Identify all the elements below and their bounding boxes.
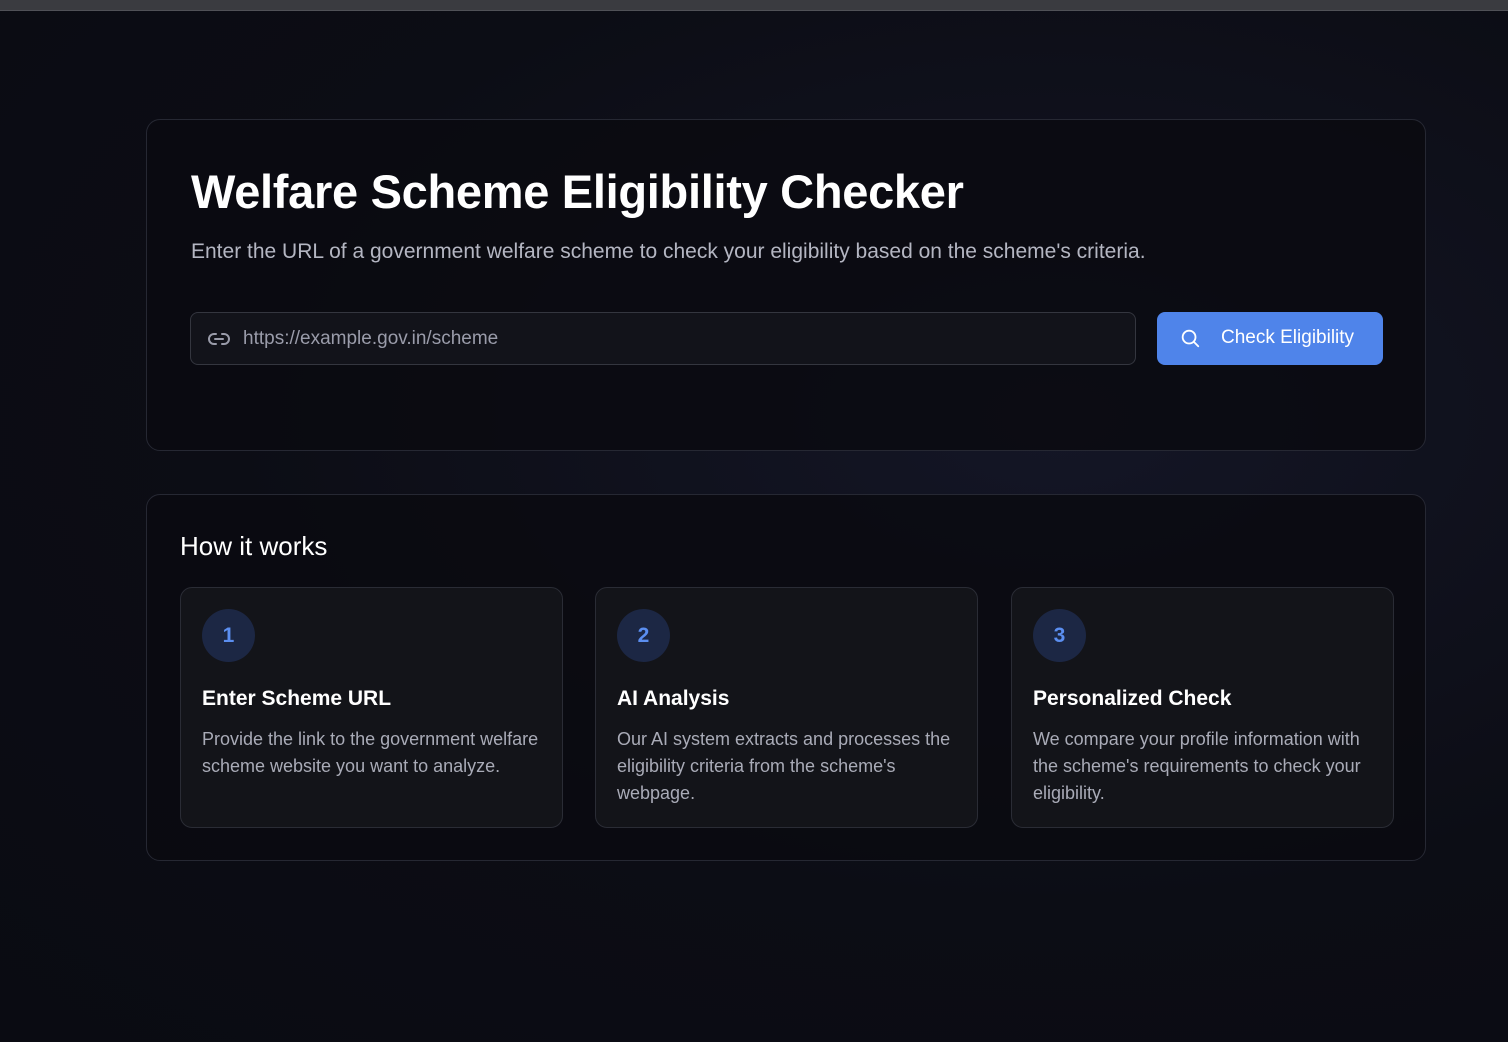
step-card-enter-url: 1 Enter Scheme URL Provide the link to t… [180, 587, 563, 828]
step-number-badge: 1 [202, 609, 255, 662]
page-title: Welfare Scheme Eligibility Checker [191, 165, 964, 218]
page-subtitle: Enter the URL of a government welfare sc… [191, 240, 1146, 263]
top-strip [0, 0, 1508, 11]
step-description: Our AI system extracts and processes the… [617, 729, 951, 803]
check-eligibility-button[interactable]: Check Eligibility [1157, 312, 1383, 365]
step-title: Personalized Check [1033, 687, 1232, 710]
step-title: Enter Scheme URL [202, 687, 392, 710]
check-eligibility-label: Check Eligibility [1221, 327, 1355, 348]
how-it-works-card: How it works 1 Enter Scheme URL Provide … [146, 494, 1426, 861]
how-it-works-title: How it works [180, 531, 328, 561]
step-description: Provide the link to the government welfa… [202, 729, 539, 776]
eligibility-checker-card: Welfare Scheme Eligibility Checker Enter… [146, 119, 1426, 451]
search-icon [1181, 329, 1200, 348]
url-input-container[interactable] [190, 312, 1136, 365]
step-title: AI Analysis [617, 687, 730, 710]
step-card-ai-analysis: 2 AI Analysis Our AI system extracts and… [595, 587, 978, 828]
scheme-url-input[interactable] [243, 313, 1123, 364]
step-number-badge: 3 [1033, 609, 1086, 662]
link-icon [208, 333, 230, 345]
step-card-personalized-check: 3 Personalized Check We compare your pro… [1011, 587, 1394, 828]
step-number-badge: 2 [617, 609, 670, 662]
step-description: We compare your profile information with… [1033, 729, 1361, 803]
page: Welfare Scheme Eligibility Checker Enter… [0, 0, 1508, 1042]
